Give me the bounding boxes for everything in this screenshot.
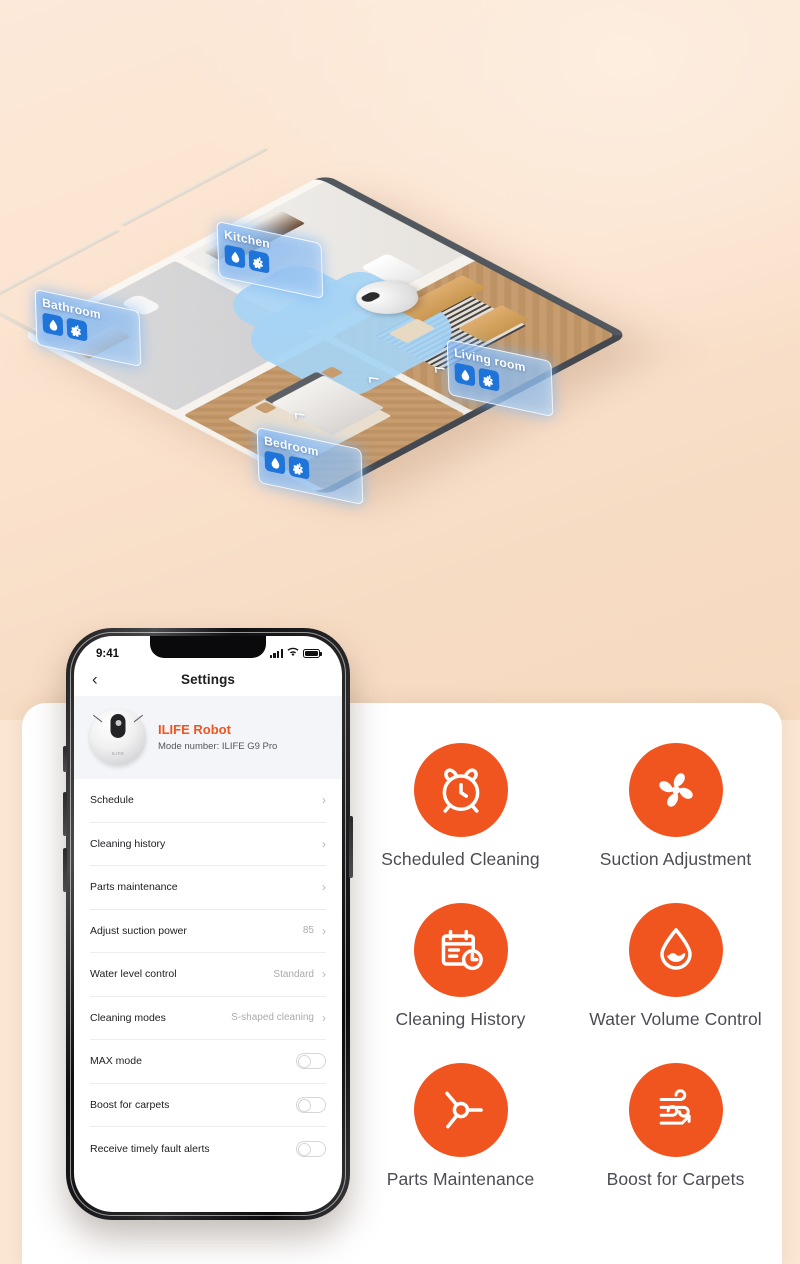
chevron-right-icon: › [322,1010,326,1025]
settings-row-label: Cleaning history [90,837,166,850]
settings-list: Schedule › Cleaning history › Parts main… [74,779,342,1175]
settings-row-cleaning-history[interactable]: Cleaning history › [90,823,326,866]
feature-label: Cleaning History [395,1008,526,1029]
fan-icon [66,317,88,342]
feature-cleaning-history[interactable]: Cleaning History [356,886,565,1046]
brush-rotor-icon [413,1062,508,1157]
settings-row-label: Adjust suction power [90,924,187,937]
antenna-left [92,714,103,723]
armchair [457,305,529,343]
water-drop-icon [42,312,64,337]
settings-row-label: Parts maintenance [90,881,178,894]
settings-row-max-mode[interactable]: MAX mode [90,1040,326,1084]
fault-alerts-toggle[interactable] [296,1140,326,1157]
cellular-bars-icon [269,649,283,658]
settings-row-schedule[interactable]: Schedule › [90,779,326,823]
page-title: Settings [180,671,236,687]
fan-icon [288,455,310,480]
settings-row-label: MAX mode [90,1055,142,1068]
antenna-right [133,714,144,723]
phone-volume-up-button[interactable] [63,792,67,836]
wall-left [0,301,40,335]
fan-blades-icon [628,742,723,837]
phone-mute-switch[interactable] [63,746,67,772]
nightstand-right [320,366,344,379]
feature-suction-adjustment[interactable]: Suction Adjustment [571,726,780,886]
feature-water-volume-control[interactable]: Water Volume Control [571,886,780,1046]
coffee-table [388,318,436,344]
settings-row-parts-maintenance[interactable]: Parts maintenance › [90,866,326,910]
fan-icon [478,367,500,392]
calendar-clock-icon [413,902,508,997]
hero-floorplan-illustration: Bathroom Kitchen Bedroom Living room ⌐ ⌐… [0,0,800,720]
settings-row-boost-for-carpets[interactable]: Boost for carpets [90,1084,326,1127]
chevron-right-icon: › [322,836,326,851]
settings-row-label: Receive timely fault alerts [90,1142,210,1155]
phone-power-button[interactable] [349,816,353,878]
path-arrow-icon: ⌐ [432,356,447,382]
chevron-right-icon: › [322,967,326,982]
water-drop-icon [628,902,723,997]
feature-label: Scheduled Cleaning [381,848,540,869]
phone-notch [150,636,266,658]
nav-bar: ‹ Settings [74,662,342,696]
settings-row-label: Cleaning modes [90,1011,166,1024]
phone-screen: 9:41 ‹ Settings ILIFE ILIFE Robot Mode n… [74,636,342,1212]
settings-row-value: Standard [273,968,314,980]
lidar-sensor [110,714,126,738]
settings-row-receive-timely-fault-alerts[interactable]: Receive timely fault alerts [90,1127,326,1171]
water-drop-icon [224,244,246,269]
boost-for-carpets-toggle[interactable] [296,1096,326,1113]
feature-label: Water Volume Control [589,1008,762,1029]
settings-row-value: 85 [302,925,314,937]
device-name: ILIFE Robot [158,722,231,737]
status-time: 9:41 [96,647,120,660]
device-brand-mark: ILIFE [111,751,125,756]
charging-dock [360,253,426,288]
isometric-scene: Bathroom Kitchen Bedroom Living room ⌐ ⌐… [0,0,800,640]
phone-mockup: 9:41 ‹ Settings ILIFE ILIFE Robot Mode n… [63,628,353,1220]
chevron-right-icon: › [322,793,326,808]
cleaning-path [226,267,481,403]
airflow-boost-icon [628,1062,723,1157]
chevron-right-icon: › [322,923,326,938]
back-icon[interactable]: ‹ [92,671,98,688]
feature-label: Suction Adjustment [599,848,752,869]
settings-row-label: Boost for carpets [90,1098,170,1111]
bed [271,375,385,436]
fan-icon [248,249,270,274]
settings-row-adjust-suction-power[interactable]: Adjust suction power 85 › [90,910,326,953]
settings-row-label: Water level control [90,968,177,981]
phone-volume-down-button[interactable] [63,848,67,892]
feature-label: Parts Maintenance [386,1168,535,1189]
path-arrow-icon: ⌐ [366,366,381,392]
settings-row-label: Schedule [90,794,134,807]
wifi-icon [287,647,299,660]
bed-headboard [264,371,327,405]
feature-scheduled-cleaning[interactable]: Scheduled Cleaning [356,726,565,886]
sofa [397,275,487,323]
feature-parts-maintenance[interactable]: Parts Maintenance [356,1046,565,1206]
device-card[interactable]: ILIFE ILIFE Robot Mode number: ILIFE G9 … [74,696,342,779]
feature-boost-for-carpets[interactable]: Boost for Carpets [571,1046,780,1206]
water-drop-icon [454,362,476,387]
robot-vacuum-icon [343,274,432,321]
settings-row-cleaning-modes[interactable]: Cleaning modes S-shaped cleaning › [90,997,326,1040]
battery-icon [303,649,322,658]
chevron-right-icon: › [322,880,326,895]
wall-back-kitchen [119,147,269,227]
device-model: Mode number: ILIFE G9 Pro [158,741,278,752]
robot-vacuum-icon: ILIFE [90,709,146,765]
feature-grid: Scheduled Cleaning Suction Adjustment Cl… [356,726,780,1206]
settings-row-water-level-control[interactable]: Water level control Standard › [90,953,326,997]
settings-row-value: S-shaped cleaning [231,1012,314,1024]
max-mode-toggle[interactable] [296,1053,326,1070]
alarm-clock-icon [413,742,508,837]
nightstand-left [254,401,277,414]
feature-label: Boost for Carpets [606,1168,745,1189]
path-arrow-icon: ⌐ [292,402,307,428]
water-drop-icon [264,450,286,475]
